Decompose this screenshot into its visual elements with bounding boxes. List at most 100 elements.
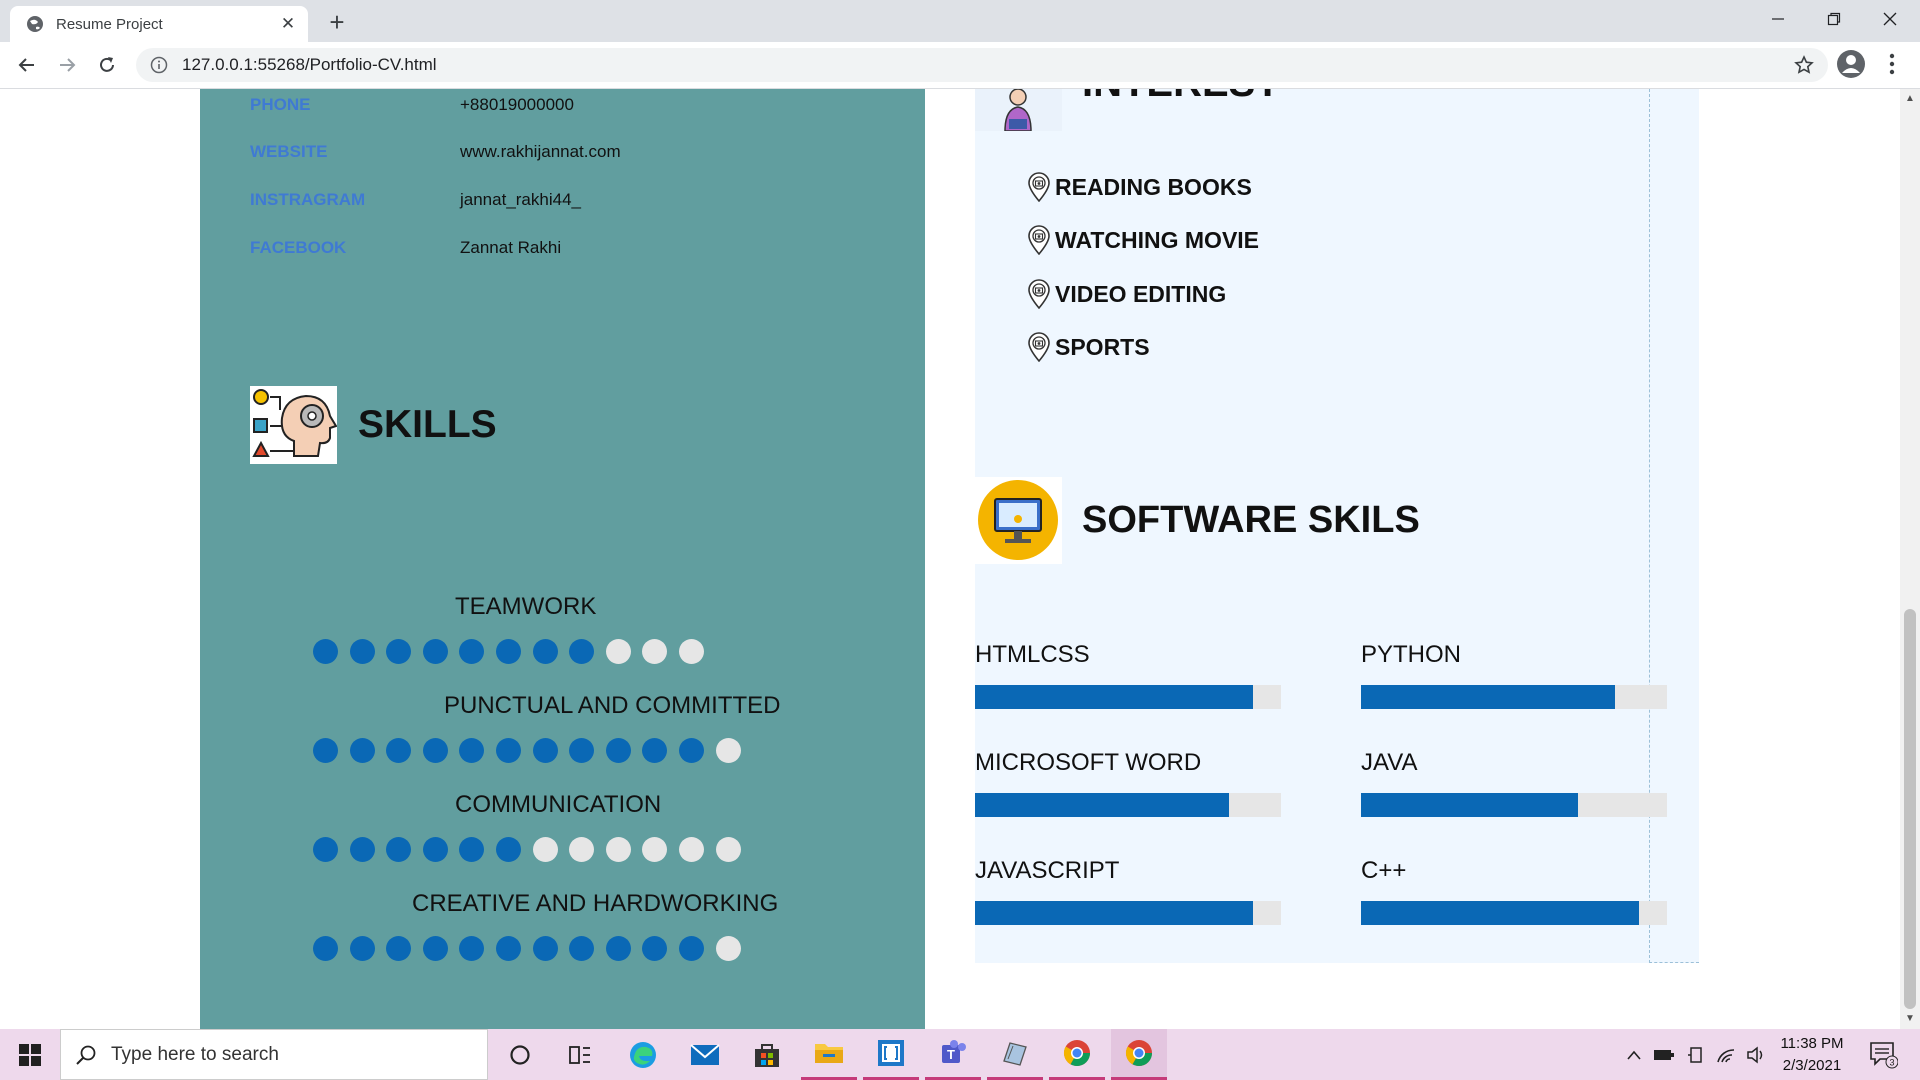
taskbar-app-editor[interactable] [863, 1029, 919, 1080]
new-tab-button[interactable]: + [322, 8, 352, 38]
restore-icon [1827, 12, 1841, 26]
taskbar-app-edge[interactable] [615, 1029, 671, 1080]
taskbar-app-file-explorer[interactable] [801, 1029, 857, 1080]
taskbar-app-teams[interactable]: T [925, 1029, 981, 1080]
skill-name: CREATIVE AND HARDWORKING [412, 890, 779, 917]
profile-avatar-icon[interactable] [1836, 49, 1866, 79]
scroll-up-arrow-icon[interactable]: ▲ [1905, 93, 1915, 104]
software-progress-fill [975, 901, 1254, 925]
skill-rating-dots [313, 936, 741, 962]
software-progress-bar [1361, 685, 1667, 709]
location-pin-icon [1028, 279, 1050, 309]
clock-date: 2/3/2021 [1782, 1057, 1842, 1074]
show-hidden-icons-button[interactable] [1622, 1029, 1646, 1080]
software-progress-fill [975, 685, 1254, 709]
minimize-button[interactable] [1750, 0, 1806, 38]
bookmark-star-icon[interactable] [1794, 55, 1814, 75]
rating-dot-empty [605, 639, 631, 664]
skills-heading: SKILLS [358, 403, 497, 446]
location-pin-icon [1028, 332, 1050, 362]
rating-dot-filled [678, 936, 704, 961]
rating-dot-empty [532, 837, 558, 862]
start-button[interactable] [0, 1029, 60, 1080]
taskbar-app-chrome[interactable] [1111, 1029, 1167, 1080]
clock-time: 11:38 PM [1780, 1035, 1844, 1052]
rating-dot-filled [678, 738, 704, 763]
rating-dot-filled [386, 837, 412, 862]
rating-dot-filled [313, 936, 338, 961]
action-center-button[interactable]: 3 [1868, 1039, 1899, 1069]
scrollbar-thumb[interactable] [1904, 609, 1916, 1009]
skill-rating-dots [313, 738, 741, 764]
close-tab-icon[interactable]: ✕ [278, 14, 298, 34]
rating-dot-filled [313, 738, 338, 763]
url-text[interactable]: 127.0.0.1:55268/Portfolio-CV.html [182, 55, 437, 75]
tab-strip: Resume Project ✕ + [0, 0, 1920, 42]
reload-icon [100, 57, 114, 72]
right-column-outline [1649, 89, 1699, 963]
minimize-icon [1772, 18, 1784, 20]
back-button[interactable] [11, 49, 43, 81]
rating-dot-filled [422, 639, 448, 664]
browser-tab[interactable]: Resume Project ✕ [10, 6, 308, 42]
scroll-down-arrow-icon[interactable]: ▼ [1905, 1013, 1915, 1024]
rating-dot-empty [715, 837, 741, 862]
search-icon [76, 1045, 96, 1065]
interest-text: VIDEO EDITING [1055, 280, 1227, 307]
software-progress-fill [975, 793, 1229, 817]
taskbar-app-mail[interactable] [677, 1029, 733, 1080]
taskbar-app-notes[interactable] [987, 1029, 1043, 1080]
address-bar[interactable]: 127.0.0.1:55268/Portfolio-CV.html [136, 48, 1828, 82]
software-progress-bar [1361, 901, 1667, 925]
vertical-scrollbar[interactable]: ▲ ▼ [1900, 89, 1920, 1029]
device-icon [1688, 1046, 1702, 1063]
contact-label: INSTRAGRAM [250, 190, 366, 209]
skill-name: TEAMWORK [455, 593, 597, 620]
forward-button[interactable] [51, 49, 83, 81]
taskbar-clock[interactable]: 11:38 PM 2/3/2021 [1768, 1033, 1856, 1077]
restore-button[interactable] [1806, 0, 1862, 38]
device-button[interactable] [1682, 1029, 1710, 1080]
arrow-left-icon [18, 58, 34, 72]
rating-dot-filled [459, 936, 485, 961]
close-window-button[interactable] [1862, 0, 1918, 38]
skills-head-gear-icon [250, 386, 338, 464]
rating-dot-filled [386, 738, 412, 763]
taskbar-app-store[interactable] [739, 1029, 795, 1080]
interest-item: VIDEO EDITING [1027, 279, 1226, 309]
rating-dot-filled [495, 936, 521, 961]
software-progress-bar [975, 901, 1281, 925]
rating-dot-empty [715, 936, 741, 961]
software-name: MICROSOFT WORD [975, 749, 1202, 776]
rating-dot-filled [422, 936, 448, 961]
mail-icon [690, 1043, 720, 1065]
folder-icon [815, 1044, 843, 1063]
software-progress-bar [975, 793, 1281, 817]
taskbar-search-box[interactable]: Type here to search [60, 1029, 488, 1080]
taskbar-app-chrome-alt[interactable] [1049, 1029, 1105, 1080]
menu-kebab-icon[interactable] [1882, 50, 1902, 78]
rating-dot-filled [459, 738, 485, 763]
software-name: JAVA [1361, 749, 1418, 776]
battery-button[interactable] [1650, 1029, 1678, 1080]
windows-taskbar: Type here to search T 11:38 PM 2/3/2021 … [0, 1029, 1920, 1080]
reload-button[interactable] [91, 49, 123, 81]
network-button[interactable] [1712, 1029, 1740, 1080]
interest-heading: INTEREST [1082, 89, 1280, 106]
search-placeholder: Type here to search [111, 1043, 279, 1065]
rating-dot-filled [605, 738, 631, 763]
software-skills-heading: SOFTWARE SKILS [1082, 499, 1420, 541]
rating-dot-filled [532, 639, 558, 664]
store-bag-icon [755, 1043, 779, 1067]
volume-button[interactable] [1742, 1029, 1770, 1080]
rating-dot-empty [678, 837, 704, 862]
task-view-button[interactable] [552, 1029, 608, 1080]
battery-icon [1654, 1049, 1674, 1060]
cortana-button[interactable] [492, 1029, 548, 1080]
rating-dot-empty [569, 837, 595, 862]
interest-text: SPORTS [1055, 333, 1150, 360]
rating-dot-filled [532, 738, 558, 763]
rating-dot-filled [532, 936, 558, 961]
rating-dot-filled [642, 936, 668, 961]
skill-name: COMMUNICATION [455, 791, 662, 818]
